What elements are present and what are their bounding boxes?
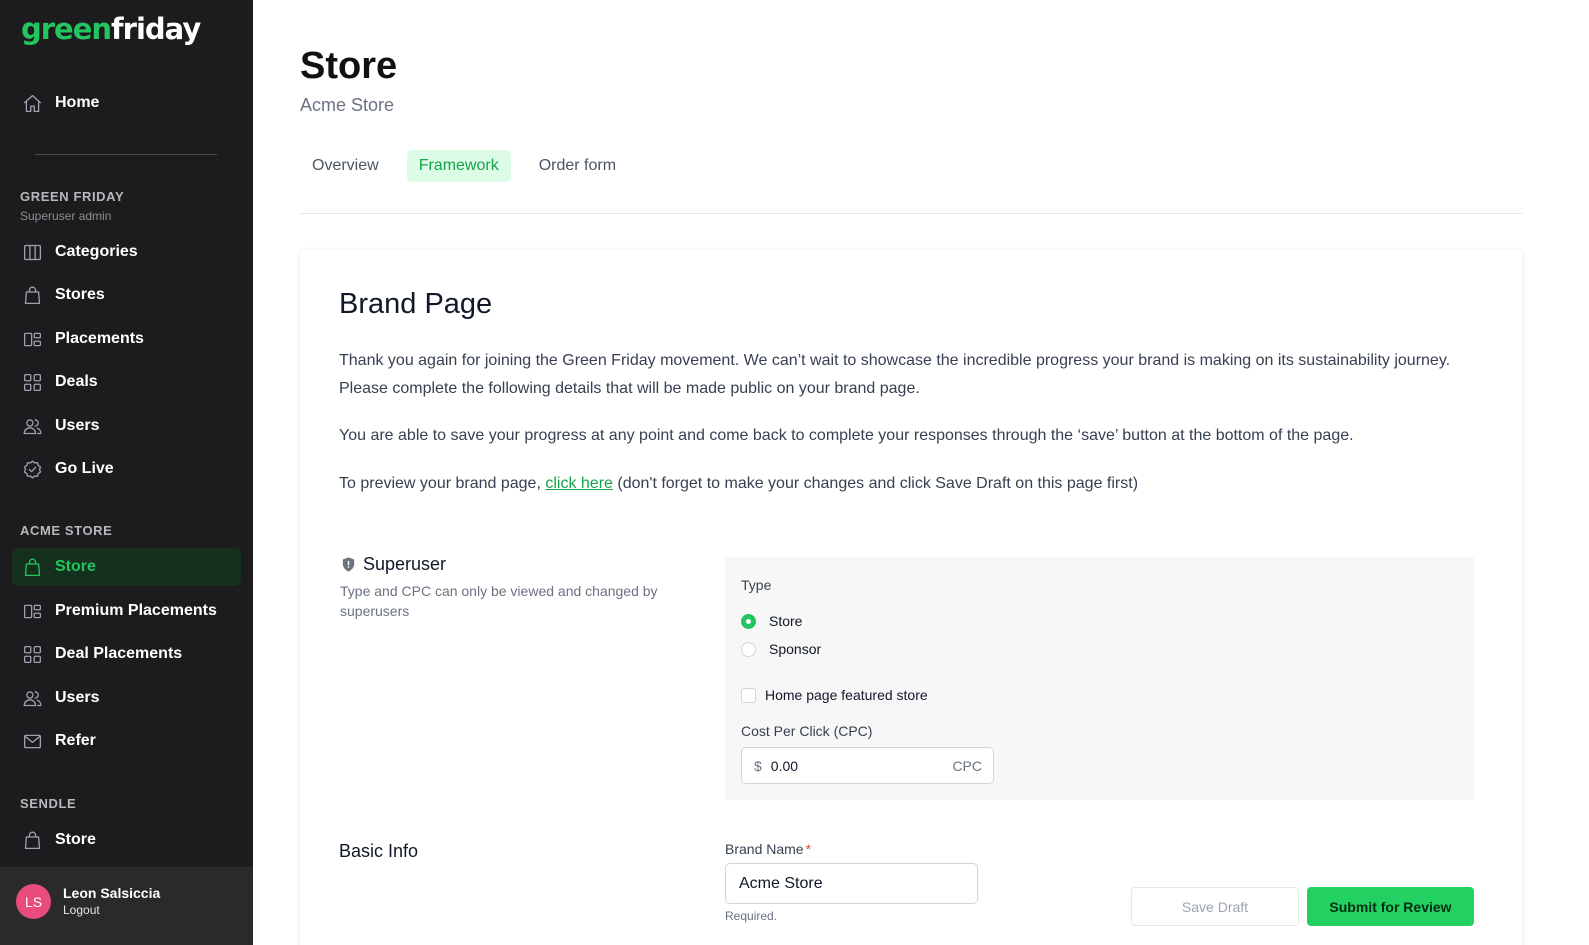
sidebar-divider xyxy=(35,154,217,155)
sidebar-item-label: Go Live xyxy=(55,460,114,477)
users-icon xyxy=(21,415,43,437)
sidebar-item-label: Stores xyxy=(55,286,105,303)
page-title: Store xyxy=(300,45,398,87)
user-name: Leon Salsiccia xyxy=(63,885,161,901)
save-note: You are able to save your progress at an… xyxy=(339,427,1354,444)
superuser-description: Type and CPC can only be viewed and chan… xyxy=(340,583,658,619)
sidebar-item-label: Deal Placements xyxy=(55,645,183,662)
cpc-currency-prefix: $ xyxy=(754,757,762,774)
section-title-acme-store: ACME STORE xyxy=(20,523,113,538)
home-icon xyxy=(21,92,43,114)
type-option-store[interactable]: Store xyxy=(741,613,802,629)
sidebar-item-label: Home xyxy=(55,94,100,111)
shield-icon xyxy=(342,557,355,572)
grid-icon xyxy=(21,643,43,665)
brand-name-label-text: Brand Name xyxy=(725,841,804,857)
save-draft-button[interactable]: Save Draft xyxy=(1131,887,1299,926)
sidebar-item-store[interactable]: Store xyxy=(12,548,241,586)
tab-order-form[interactable]: Order form xyxy=(527,150,628,182)
sidebar: greenfriday Home GREEN FRIDAY Superuser … xyxy=(0,0,253,945)
sidebar-item-label: Categories xyxy=(55,243,138,260)
cpc-suffix: CPC xyxy=(952,757,982,774)
brand-name-label: Brand Name * xyxy=(725,841,811,857)
shopping-bag-icon xyxy=(21,829,43,851)
preview-prefix: To preview your brand page, xyxy=(339,475,546,492)
featured-store-option[interactable]: Home page featured store xyxy=(741,687,928,703)
logo-green-text: green xyxy=(21,12,112,46)
preview-note: To preview your brand page, click here (… xyxy=(339,470,1479,498)
radio-label: Store xyxy=(769,613,803,629)
intro-text: Thank you again for joining the Green Fr… xyxy=(339,347,1479,403)
sidebar-item-sendle-store[interactable]: Store xyxy=(12,821,241,859)
check-badge-icon xyxy=(21,458,43,480)
superuser-heading: Superuser xyxy=(340,554,446,575)
sidebar-item-label: Premium Placements xyxy=(55,602,217,619)
checkbox-label: Home page featured store xyxy=(765,687,928,703)
card-title: Brand Page xyxy=(339,288,493,320)
sidebar-item-label: Placements xyxy=(55,330,144,347)
cpc-input[interactable]: $ 0.00 CPC xyxy=(741,747,994,784)
sidebar-item-users-acme[interactable]: Users xyxy=(12,679,241,717)
sidebar-item-go-live[interactable]: Go Live xyxy=(12,450,241,488)
sidebar-item-home[interactable]: Home xyxy=(12,84,241,122)
superuser-title: Superuser xyxy=(363,554,447,574)
tab-bar: Overview Framework Order form xyxy=(300,150,644,182)
sidebar-item-label: Users xyxy=(55,689,100,706)
avatar[interactable]: LS xyxy=(16,884,51,919)
intro-line-1: Thank you again for joining the Green Fr… xyxy=(339,352,1451,369)
sidebar-item-stores[interactable]: Stores xyxy=(12,276,241,314)
featured-store-checkbox[interactable] xyxy=(741,687,756,703)
tab-framework[interactable]: Framework xyxy=(406,150,511,182)
type-option-sponsor[interactable]: Sponsor xyxy=(741,641,821,657)
radio-store[interactable] xyxy=(741,613,756,629)
brand-page-card: Brand Page Thank you again for joining t… xyxy=(300,250,1522,945)
logo[interactable]: greenfriday xyxy=(21,12,201,46)
mail-icon xyxy=(21,730,43,752)
section-title-sendle: SENDLE xyxy=(20,796,77,811)
logo-white-text: friday xyxy=(111,12,201,46)
superuser-panel: Type Store Sponsor Home page featured st… xyxy=(725,557,1474,800)
basic-info-title: Basic Info xyxy=(339,841,419,861)
sidebar-item-deal-placements[interactable]: Deal Placements xyxy=(12,635,241,673)
users-icon xyxy=(21,687,43,709)
preview-link[interactable]: click here xyxy=(545,475,613,492)
shopping-bag-icon xyxy=(21,284,43,306)
placements-icon xyxy=(21,328,43,350)
radio-sponsor[interactable] xyxy=(741,641,756,657)
sidebar-item-premium-placements[interactable]: Premium Placements xyxy=(12,592,241,630)
sidebar-item-users[interactable]: Users xyxy=(12,407,241,445)
logout-link[interactable]: Logout xyxy=(63,903,100,917)
tab-overview[interactable]: Overview xyxy=(300,150,391,182)
radio-label: Sponsor xyxy=(769,641,822,657)
submit-for-review-button[interactable]: Submit for Review xyxy=(1307,887,1474,926)
sidebar-item-deals[interactable]: Deals xyxy=(12,363,241,401)
brand-name-help: Required. xyxy=(725,909,778,923)
cpc-value[interactable]: 0.00 xyxy=(771,758,953,774)
sidebar-item-placements[interactable]: Placements xyxy=(12,320,241,358)
placements-icon xyxy=(21,600,43,622)
sidebar-item-refer[interactable]: Refer xyxy=(12,722,241,760)
intro-line-2: Please complete the following details th… xyxy=(339,380,920,397)
required-mark: * xyxy=(805,841,812,857)
sidebar-item-label: Refer xyxy=(55,732,96,749)
grid-icon xyxy=(21,371,43,393)
section-title-green-friday: GREEN FRIDAY xyxy=(20,189,125,204)
sidebar-item-label: Store xyxy=(55,558,96,575)
shopping-bag-icon xyxy=(21,556,43,578)
page-subtitle: Acme Store xyxy=(300,95,395,115)
sidebar-item-label: Store xyxy=(55,831,96,848)
columns-icon xyxy=(21,241,43,263)
preview-suffix: (don't forget to make your changes and c… xyxy=(612,475,1139,492)
sidebar-item-label: Users xyxy=(55,417,100,434)
tabs-divider xyxy=(300,213,1522,214)
sidebar-item-categories[interactable]: Categories xyxy=(12,233,241,271)
type-label: Type xyxy=(741,577,772,593)
section-subtitle: Superuser admin xyxy=(20,209,112,223)
cpc-label: Cost Per Click (CPC) xyxy=(741,723,873,739)
user-bar: LS Leon Salsiccia Logout xyxy=(0,867,253,945)
sidebar-item-label: Deals xyxy=(55,373,98,390)
brand-name-input[interactable]: Acme Store xyxy=(725,863,978,904)
